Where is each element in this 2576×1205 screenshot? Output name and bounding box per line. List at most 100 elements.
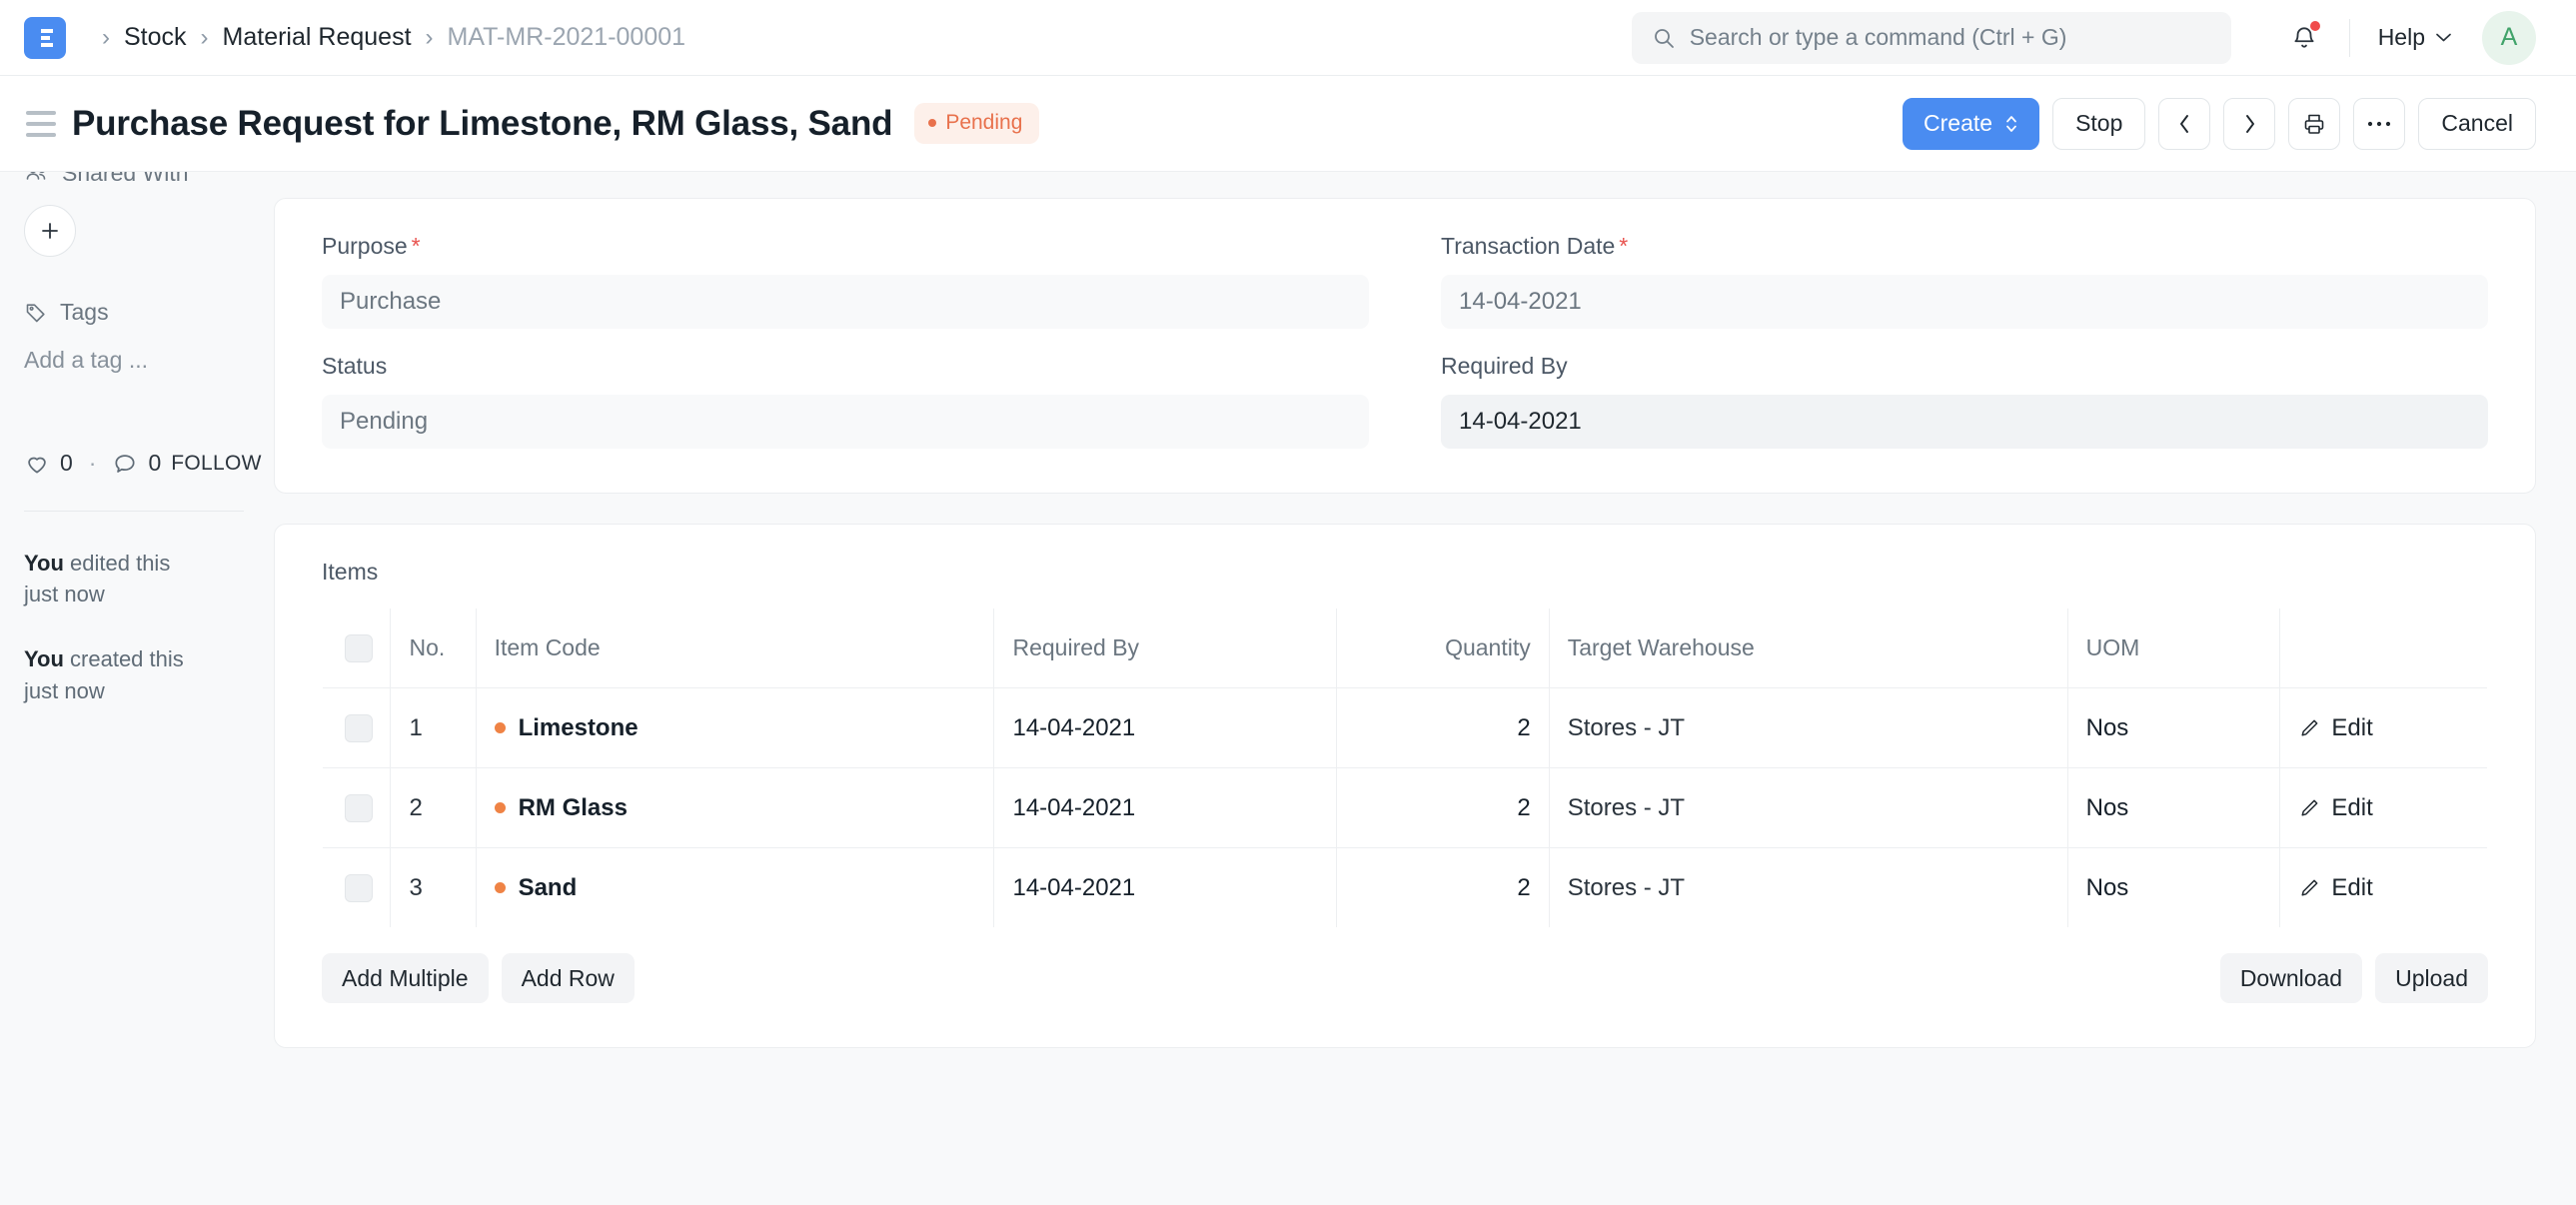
breadcrumb-separator: ›: [102, 23, 110, 51]
row-required-by: 14-04-2021: [993, 847, 1337, 927]
activity-time: just now: [24, 582, 105, 607]
row-item-code: RM Glass: [518, 793, 628, 821]
activity-action: created this: [63, 646, 184, 672]
row-item-code: Limestone: [518, 713, 639, 741]
add-share-button[interactable]: [24, 205, 76, 257]
field-label: Purpose *: [322, 233, 1369, 260]
items-table-footer: Add Multiple Add Row Download Upload: [322, 953, 2488, 1003]
breadcrumb-separator: ›: [425, 23, 434, 51]
ellipsis-icon: [2368, 121, 2391, 126]
purpose-input[interactable]: Purchase: [322, 275, 1369, 329]
row-number: 3: [390, 847, 477, 927]
sidebar: Shared With Tags Add a tag ... 0 · 0 FOL…: [0, 172, 268, 1205]
app-logo[interactable]: [24, 16, 66, 59]
plus-icon: [42, 223, 58, 239]
row-item-code-cell: Limestone: [476, 687, 995, 768]
shared-with-section: Shared With: [24, 172, 244, 187]
row-uom: Nos: [2067, 847, 2281, 927]
sidebar-divider: [24, 511, 244, 512]
details-card: Purpose * Purchase Transaction Date * 14-0…: [274, 198, 2536, 494]
comment-count[interactable]: 0: [148, 450, 161, 477]
items-table-body: 1 Limestone 14-04-2021 2 Stores - JT Nos: [323, 687, 2487, 928]
notifications-button[interactable]: [2287, 19, 2321, 57]
field-transaction-date: Transaction Date * 14-04-2021: [1441, 233, 2488, 329]
stop-button[interactable]: Stop: [2052, 97, 2146, 150]
column-header-no: No.: [390, 608, 477, 688]
add-multiple-button[interactable]: Add Multiple: [322, 953, 489, 1003]
column-header-target-warehouse: Target Warehouse: [1549, 608, 2068, 688]
field-status: Status Pending: [322, 353, 1369, 449]
required-marker: *: [1619, 233, 1629, 259]
row-number: 2: [390, 767, 477, 848]
erpnext-logo-icon: [37, 28, 53, 47]
select-all-cell: [323, 608, 392, 688]
breadcrumb-item-stock[interactable]: Stock: [124, 23, 187, 52]
upload-button[interactable]: Upload: [2375, 953, 2488, 1003]
help-menu[interactable]: Help: [2378, 24, 2452, 51]
print-icon: [2305, 114, 2324, 134]
next-button[interactable]: [2223, 97, 2276, 150]
item-status-dot-icon: [494, 802, 506, 813]
download-button[interactable]: Download: [2219, 953, 2363, 1003]
row-checkbox[interactable]: [345, 713, 373, 742]
row-quantity: 2: [1336, 847, 1550, 927]
social-bar: 0 · 0 FOLLOW: [24, 450, 261, 477]
search-input[interactable]: Search or type a command (Ctrl + G): [1631, 11, 2231, 64]
items-footer-left: Add Multiple Add Row: [322, 953, 635, 1003]
hamburger-icon[interactable]: [26, 110, 56, 137]
row-target-warehouse: Stores - JT: [1549, 847, 2068, 927]
row-edit-label: Edit: [2331, 873, 2373, 901]
page-header: Purchase Request for Limestone, RM Glass…: [0, 76, 2576, 172]
table-row[interactable]: 1 Limestone 14-04-2021 2 Stores - JT Nos: [323, 687, 2487, 768]
cancel-button[interactable]: Cancel: [2418, 97, 2536, 150]
add-row-button[interactable]: Add Row: [501, 953, 635, 1003]
row-item-code-cell: RM Glass: [476, 767, 995, 848]
avatar-initial: A: [2500, 23, 2518, 51]
help-label: Help: [2377, 24, 2425, 50]
pencil-icon: [2301, 799, 2318, 816]
tags-section: Tags Add a tag ...: [24, 299, 244, 374]
row-checkbox[interactable]: [345, 873, 373, 902]
chevron-updown-icon: [2006, 115, 2016, 132]
main-content: Purpose * Purchase Transaction Date * 14-0…: [268, 172, 2576, 1205]
pencil-icon: [2301, 719, 2318, 736]
navbar-right: Search or type a command (Ctrl + G) Help…: [1631, 10, 2536, 65]
transaction-date-input[interactable]: 14-04-2021: [1441, 275, 2488, 329]
add-tag-input[interactable]: Add a tag ...: [24, 347, 244, 374]
required-by-label: Required By: [1441, 353, 1568, 379]
row-edit-cell[interactable]: Edit: [2279, 767, 2487, 848]
create-button[interactable]: Create: [1903, 97, 2040, 150]
breadcrumb: › Stock › Material Request › MAT-MR-2021…: [88, 23, 685, 52]
column-header-item-code: Item Code: [476, 608, 995, 688]
row-edit-cell[interactable]: Edit: [2279, 687, 2487, 768]
items-table-head: No. Item Code Required By Quantity Targe…: [323, 608, 2487, 688]
table-row[interactable]: 3 Sand 14-04-2021 2 Stores - JT Nos Edit: [323, 847, 2487, 928]
prev-button[interactable]: [2158, 97, 2211, 150]
follow-button[interactable]: FOLLOW: [171, 452, 261, 476]
print-button[interactable]: [2288, 97, 2341, 150]
items-table: No. Item Code Required By Quantity Targe…: [322, 607, 2488, 928]
comment-icon: [115, 454, 136, 473]
breadcrumb-item-material-request[interactable]: Material Request: [223, 23, 412, 52]
navbar-divider: [2348, 18, 2350, 57]
row-select-cell: [323, 687, 392, 768]
activity-actor: You: [24, 551, 64, 576]
chevron-right-icon: [2245, 114, 2254, 133]
more-options-button[interactable]: [2353, 97, 2406, 150]
row-edit-cell[interactable]: Edit: [2280, 848, 2487, 928]
row-edit-label: Edit: [2331, 713, 2373, 741]
row-quantity: 2: [1336, 767, 1550, 848]
required-by-input[interactable]: 14-04-2021: [1441, 395, 2488, 449]
heart-icon: [28, 457, 46, 474]
status-input[interactable]: Pending: [322, 395, 1369, 449]
select-all-checkbox[interactable]: [345, 633, 373, 662]
avatar[interactable]: A: [2482, 10, 2536, 65]
details-grid: Purpose * Purchase Transaction Date * 14-0…: [322, 233, 2488, 449]
page-title: Purchase Request for Limestone, RM Glass…: [72, 103, 893, 143]
column-header-quantity: Quantity: [1336, 608, 1550, 688]
page-actions: Create Stop Cancel: [1903, 97, 2536, 150]
field-purpose: Purpose * Purchase: [322, 233, 1369, 329]
row-checkbox[interactable]: [345, 793, 373, 822]
table-row[interactable]: 2 RM Glass 14-04-2021 2 Stores - JT Nos: [323, 767, 2487, 848]
like-count[interactable]: 0: [60, 450, 73, 477]
